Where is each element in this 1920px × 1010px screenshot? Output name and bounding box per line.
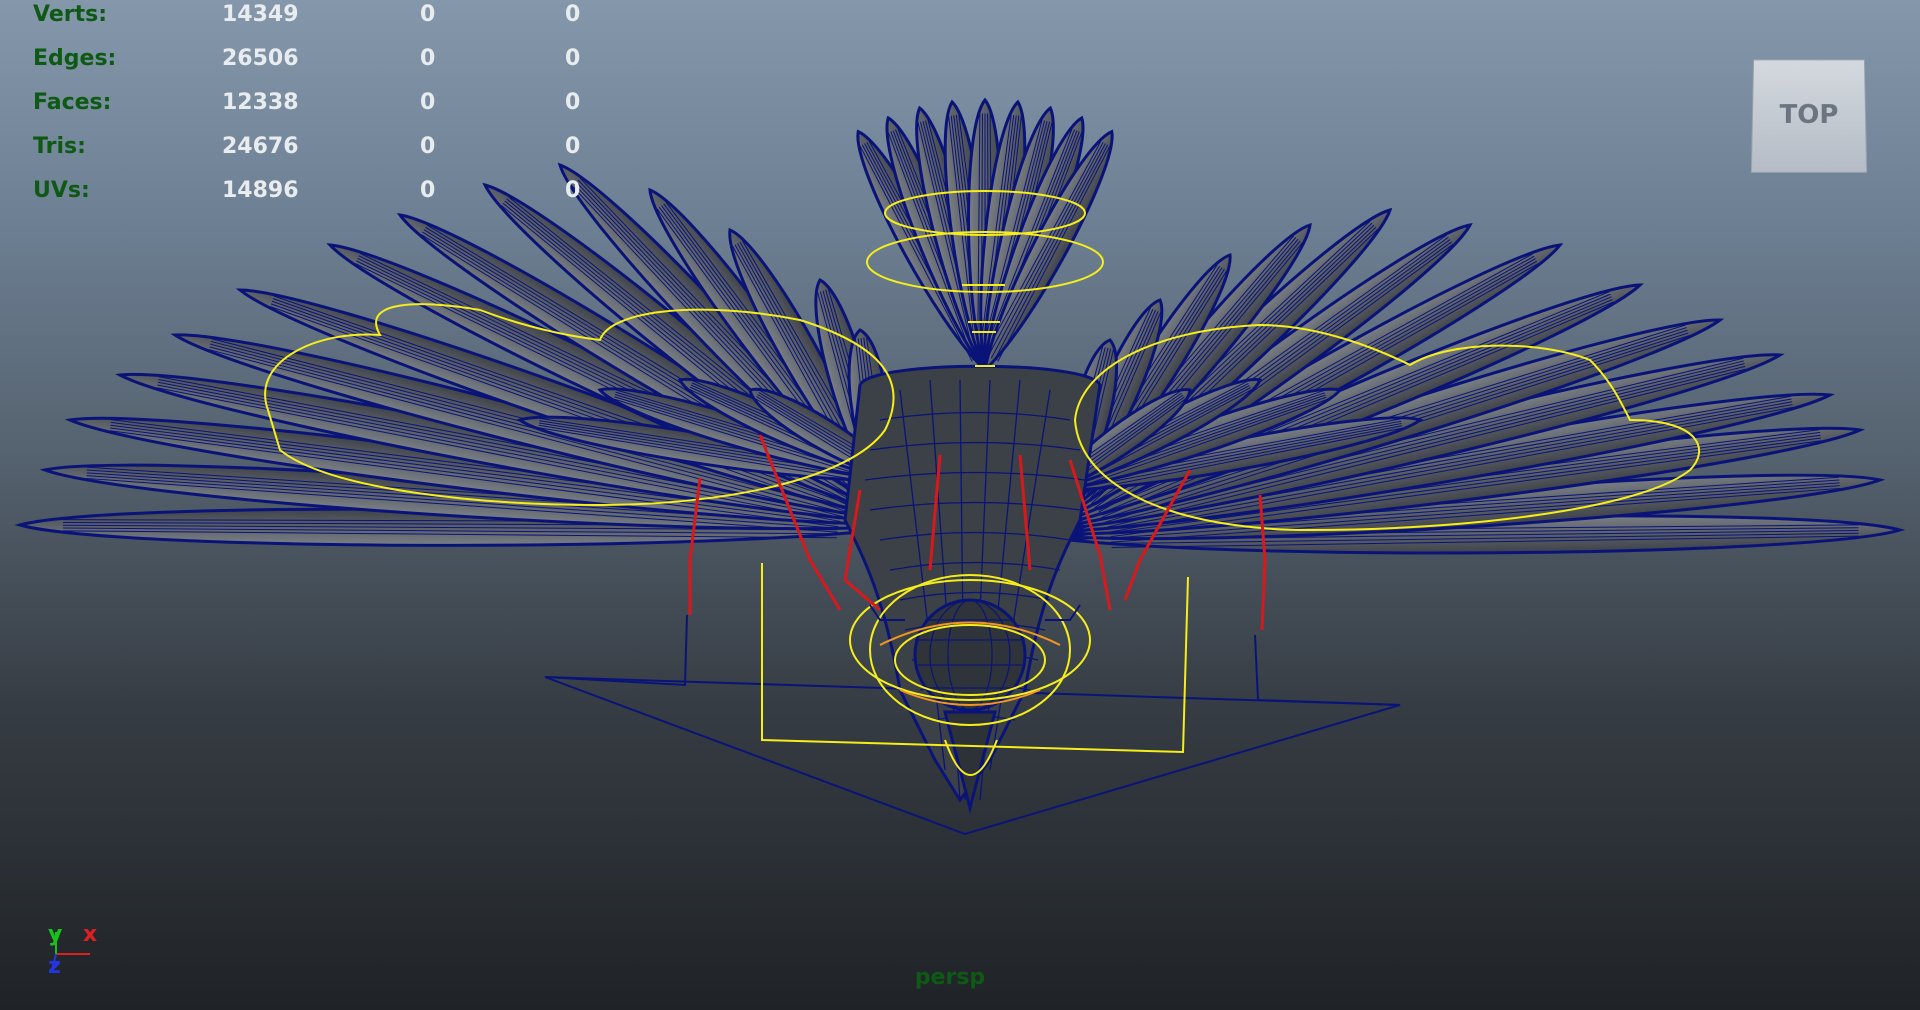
hud-value: 0 bbox=[565, 2, 580, 27]
hud-label: Faces: bbox=[33, 90, 111, 115]
hud-row-verts: Verts: 14349 0 0 bbox=[0, 2, 640, 32]
hud-value: 0 bbox=[565, 90, 580, 115]
hud-value: 14896 bbox=[222, 178, 299, 203]
hud-value: 12338 bbox=[222, 90, 299, 115]
tail-feathers-mesh bbox=[844, 100, 1127, 378]
view-cube-face-label[interactable]: TOP bbox=[1779, 100, 1838, 130]
hud-value: 26506 bbox=[222, 46, 299, 71]
hud-label: UVs: bbox=[33, 178, 90, 203]
hud-value: 0 bbox=[420, 46, 435, 71]
hud-value: 14349 bbox=[222, 2, 299, 27]
hud-value: 0 bbox=[420, 90, 435, 115]
hud-value: 0 bbox=[420, 178, 435, 203]
left-wing-mesh bbox=[20, 153, 908, 548]
hud-value: 0 bbox=[565, 46, 580, 71]
axis-y-label: y bbox=[48, 922, 62, 947]
hud-row-tris: Tris: 24676 0 0 bbox=[0, 134, 640, 164]
hud-value: 0 bbox=[565, 178, 580, 203]
hud-row-uvs: UVs: 14896 0 0 bbox=[0, 178, 640, 208]
axis-x-label: x bbox=[83, 922, 97, 947]
hud-label: Tris: bbox=[33, 134, 86, 159]
hud-value: 0 bbox=[565, 134, 580, 159]
maya-viewport[interactable]: Verts: 14349 0 0 Edges: 26506 0 0 Faces:… bbox=[0, 0, 1920, 1010]
hud-row-faces: Faces: 12338 0 0 bbox=[0, 90, 640, 120]
hud-row-edges: Edges: 26506 0 0 bbox=[0, 46, 640, 76]
hud-label: Verts: bbox=[33, 2, 107, 27]
hud-label: Edges: bbox=[33, 46, 116, 71]
hud-value: 0 bbox=[420, 2, 435, 27]
hud-value: 24676 bbox=[222, 134, 299, 159]
hud-value: 0 bbox=[420, 134, 435, 159]
view-cube-icon[interactable]: TOP bbox=[1751, 59, 1867, 172]
camera-name-label: persp bbox=[0, 965, 1900, 990]
